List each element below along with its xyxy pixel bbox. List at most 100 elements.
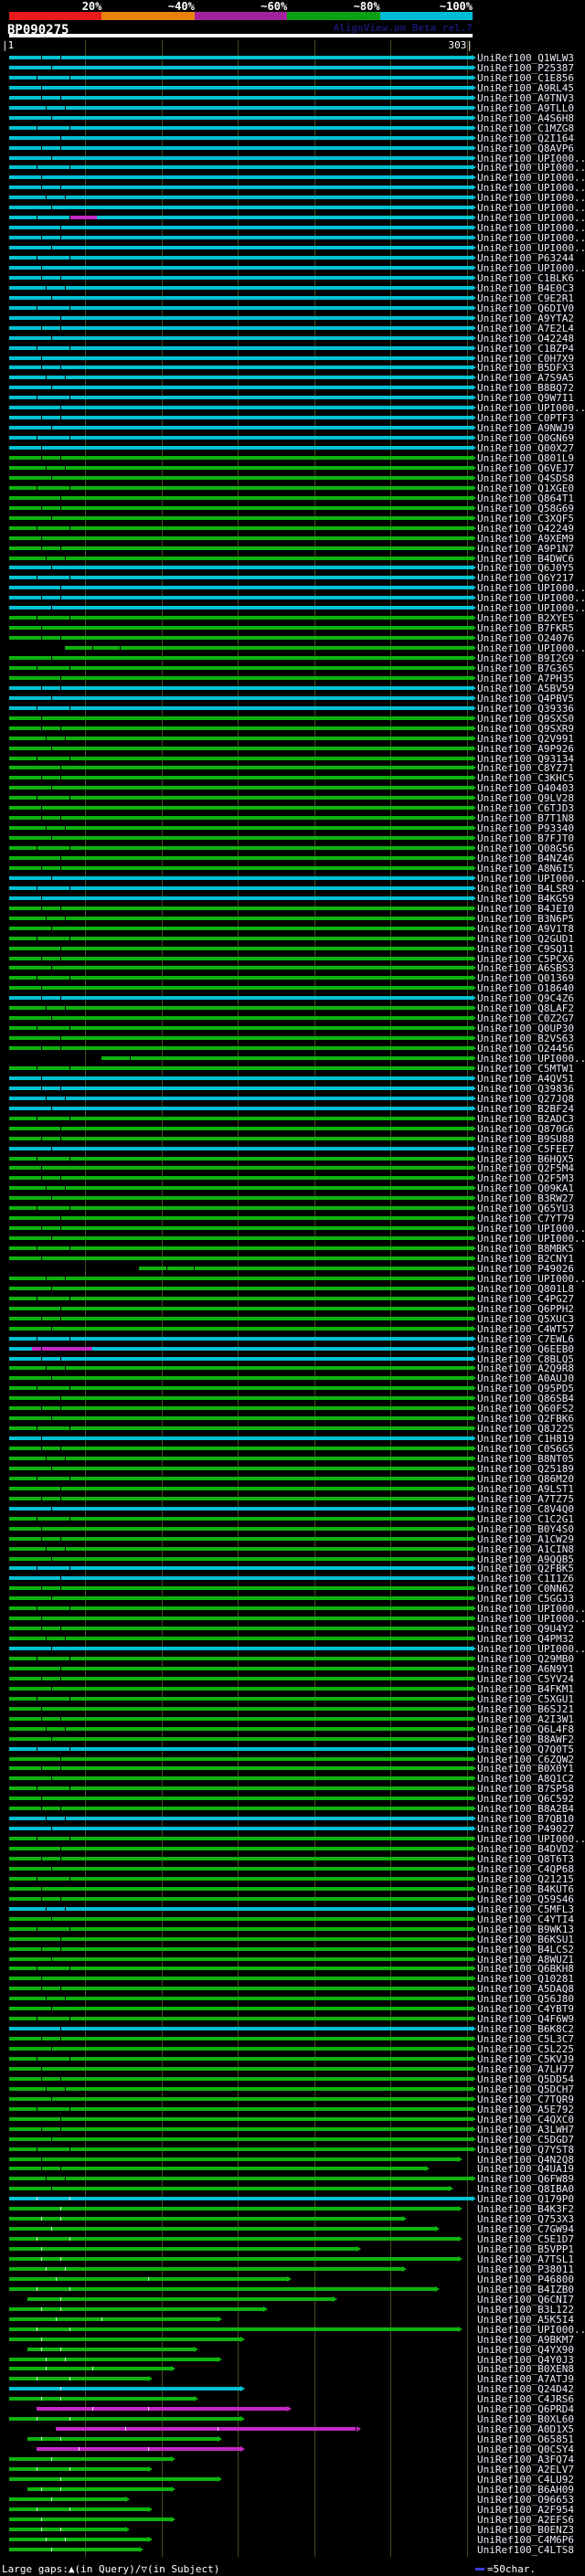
hit-bar[interactable]: [9, 1807, 472, 1810]
hit-bar[interactable]: [9, 1667, 472, 1670]
hit-bar[interactable]: [9, 1877, 472, 1881]
hit-bar[interactable]: [9, 2197, 472, 2200]
hit-bar[interactable]: [9, 2107, 472, 2111]
hit-bar[interactable]: [9, 656, 472, 660]
hit-bar[interactable]: [9, 2467, 148, 2471]
hit-bar[interactable]: [9, 846, 472, 850]
hit-bar[interactable]: [9, 996, 472, 1000]
hit-bar[interactable]: [9, 1147, 472, 1150]
hit-bar[interactable]: [9, 927, 472, 930]
hit-bar[interactable]: [9, 1786, 472, 1790]
hit-bar[interactable]: [9, 1907, 472, 1911]
hit-bar[interactable]: [9, 86, 472, 90]
hit-bar[interactable]: [9, 2287, 435, 2291]
hit-bar[interactable]: [9, 1737, 472, 1741]
hit-bar[interactable]: [9, 1797, 472, 1800]
alignment-row[interactable]: UniRef100_C5FEE7: [0, 1144, 585, 1154]
hit-bar[interactable]: [9, 706, 472, 710]
hit-bar[interactable]: [9, 76, 472, 80]
hit-bar[interactable]: [9, 2167, 425, 2170]
hit-bar[interactable]: [9, 1006, 472, 1010]
hit-bar[interactable]: [9, 1246, 472, 1250]
hit-bar[interactable]: [9, 346, 472, 350]
hit-bar[interactable]: [65, 646, 472, 650]
hit-bar[interactable]: [9, 326, 472, 330]
alignment-row[interactable]: UniRef100_A1CW29: [0, 1534, 585, 1544]
hit-bar[interactable]: [9, 1527, 472, 1531]
hit-bar[interactable]: [9, 196, 472, 199]
hit-bar[interactable]: [9, 1947, 472, 1951]
hit-bar[interactable]: [9, 1107, 472, 1110]
hit-bar[interactable]: [9, 1046, 472, 1050]
hit-bar[interactable]: [9, 696, 472, 700]
hit-bar[interactable]: [9, 1317, 472, 1320]
hit-bar[interactable]: [9, 557, 472, 560]
hit-bar[interactable]: [9, 1036, 472, 1040]
hit-bar[interactable]: [9, 1477, 472, 1480]
hit-bar[interactable]: [9, 136, 472, 140]
hit-bar[interactable]: [9, 866, 472, 870]
hit-bar[interactable]: [9, 1137, 472, 1140]
hit-bar[interactable]: [9, 66, 472, 69]
hit-bar[interactable]: [9, 1426, 472, 1430]
hit-bar[interactable]: [37, 2407, 286, 2411]
hit-bar[interactable]: [9, 246, 472, 249]
hit-bar[interactable]: [9, 1487, 472, 1490]
hit-bar[interactable]: [9, 966, 472, 970]
hit-bar[interactable]: [9, 1557, 472, 1561]
hit-bar[interactable]: [9, 986, 472, 990]
hit-bar[interactable]: [9, 1307, 472, 1310]
hit-bar[interactable]: [9, 1677, 472, 1680]
alignment-row[interactable]: UniRef100_C4M6P6: [0, 2535, 585, 2545]
hit-bar[interactable]: [9, 1637, 472, 1640]
hit-bar[interactable]: [9, 2387, 240, 2390]
hit-bar[interactable]: [9, 386, 472, 389]
alignment-row[interactable]: UniRef100_B4LCS2: [0, 1945, 585, 1955]
hit-bar[interactable]: [9, 1327, 472, 1330]
hit-bar[interactable]: [9, 2518, 171, 2521]
hit-bar[interactable]: [9, 2257, 458, 2261]
hit-bar[interactable]: [37, 2447, 240, 2451]
hit-bar[interactable]: [9, 2457, 171, 2461]
hit-bar[interactable]: [9, 1917, 472, 1921]
hit-bar[interactable]: [9, 1366, 472, 1370]
hit-bar[interactable]: [9, 226, 472, 229]
hit-bar[interactable]: [9, 316, 472, 320]
hit-bar[interactable]: [9, 1697, 472, 1701]
hit-bar[interactable]: [9, 1176, 472, 1180]
hit-bar[interactable]: [9, 1087, 472, 1090]
hit-bar[interactable]: [9, 1776, 472, 1780]
hit-bar[interactable]: [9, 1376, 472, 1380]
hit-bar[interactable]: [9, 2157, 458, 2161]
hit-bar[interactable]: [9, 2037, 472, 2041]
hit-bar[interactable]: [9, 896, 472, 900]
hit-bar[interactable]: [9, 1596, 472, 1600]
hit-bar[interactable]: [9, 456, 472, 460]
hit-bar[interactable]: [9, 2067, 472, 2071]
hit-bar[interactable]: [9, 876, 472, 880]
hit-bar[interactable]: [9, 1576, 472, 1580]
alignment-row[interactable]: UniRef100_UPI000..: [0, 2325, 585, 2335]
hit-bar[interactable]: [9, 776, 472, 779]
hit-bar[interactable]: [9, 947, 472, 950]
hit-bar[interactable]: [9, 2477, 218, 2481]
hit-bar[interactable]: [9, 786, 472, 790]
hit-bar[interactable]: [9, 206, 472, 209]
hit-bar[interactable]: [9, 2247, 356, 2251]
hit-bar[interactable]: [9, 2528, 125, 2531]
hit-bar[interactable]: [9, 2217, 402, 2221]
hit-bar[interactable]: [9, 336, 472, 340]
hit-bar[interactable]: [9, 356, 472, 360]
hit-bar[interactable]: [9, 2417, 240, 2421]
hit-bar[interactable]: [9, 2507, 148, 2511]
hit-bar[interactable]: [9, 2227, 435, 2231]
hit-bar[interactable]: [9, 436, 472, 440]
hit-bar[interactable]: [9, 1256, 472, 1260]
hit-bar[interactable]: [9, 2187, 449, 2190]
hit-bar[interactable]: [9, 476, 472, 480]
hit-bar[interactable]: [9, 716, 472, 720]
hit-bar[interactable]: [9, 2017, 472, 2020]
hit-bar[interactable]: [9, 106, 472, 110]
hit-bar[interactable]: [9, 1897, 472, 1901]
hit-bar[interactable]: [9, 686, 472, 690]
